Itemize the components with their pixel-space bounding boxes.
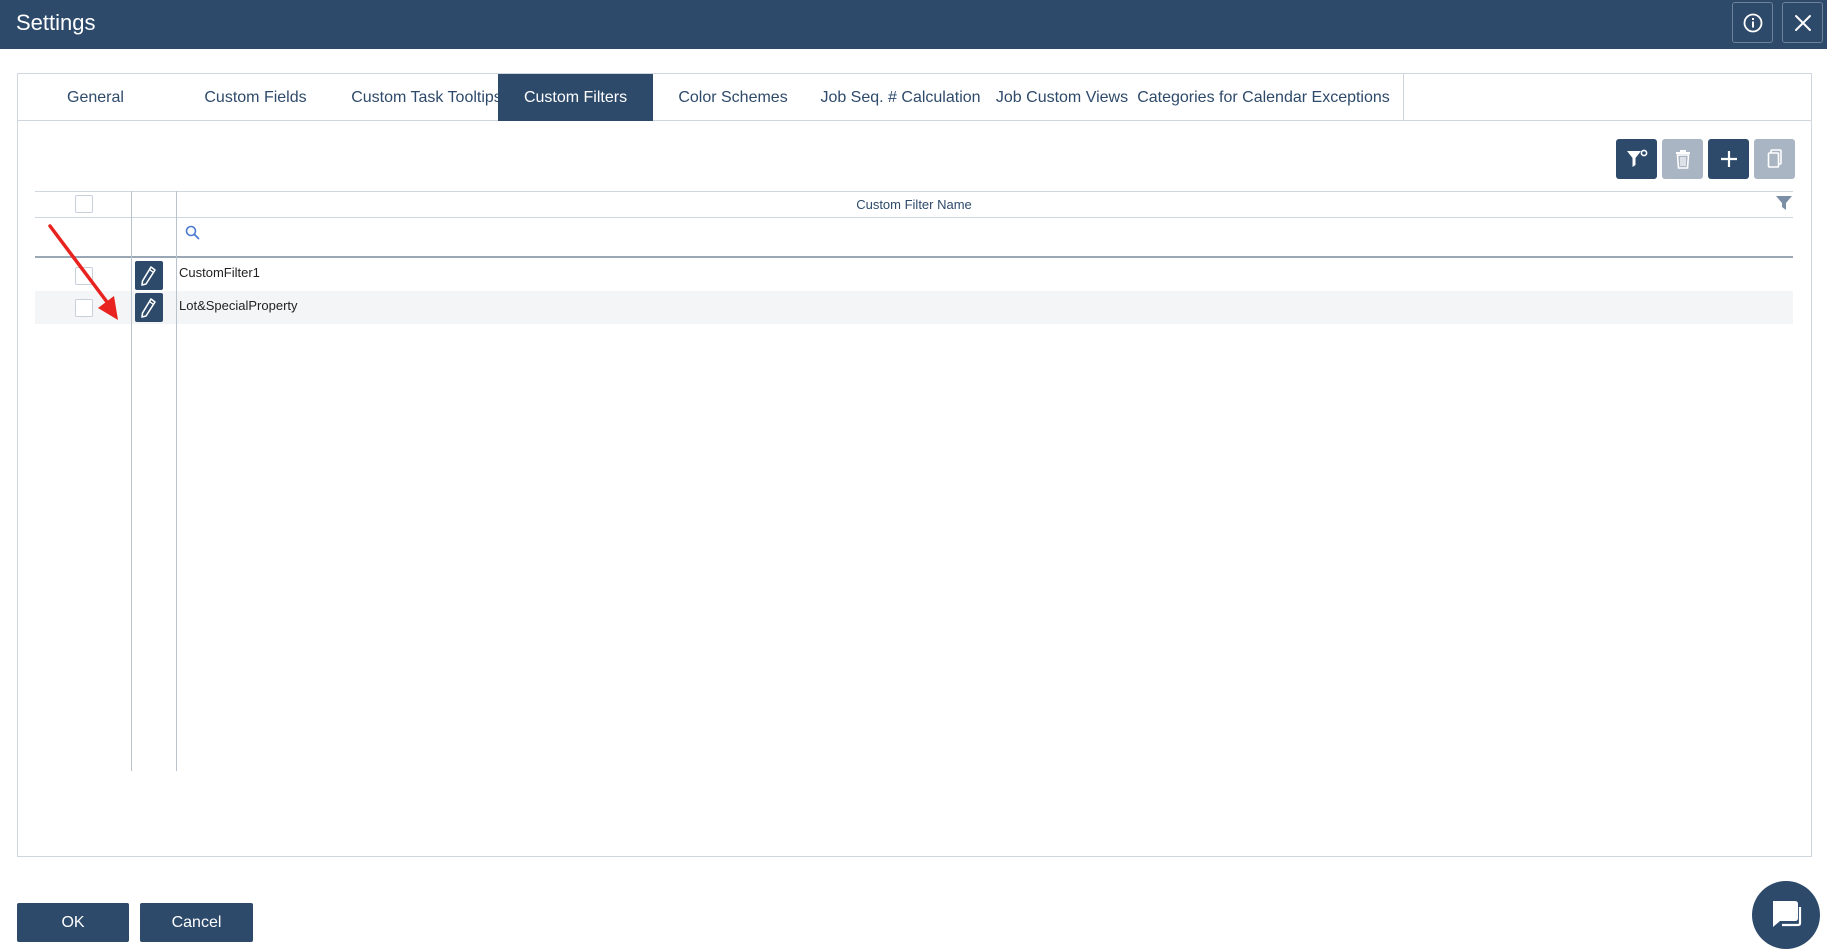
close-icon — [1794, 14, 1811, 31]
settings-panel: General Custom Fields Custom Task Toolti… — [17, 73, 1812, 857]
column-header-custom-filter-name[interactable]: Custom Filter Name — [35, 191, 1793, 217]
filter-settings-icon — [1626, 149, 1647, 167]
cancel-button[interactable]: Cancel — [140, 903, 253, 942]
window-title: Settings — [16, 10, 96, 35]
ok-button[interactable]: OK — [17, 903, 129, 942]
search-icon[interactable] — [185, 225, 200, 240]
tab-general[interactable]: General — [18, 74, 173, 121]
chat-button[interactable] — [1752, 881, 1820, 949]
select-all-checkbox[interactable] — [75, 195, 93, 213]
column-divider — [131, 191, 132, 771]
custom-filters-grid: Custom Filter Name CustomFilter1 Lot&Spe… — [35, 191, 1793, 771]
header-divider — [35, 217, 1793, 218]
edit-button[interactable] — [135, 261, 163, 290]
title-bar: Settings — [0, 0, 1827, 49]
pencil-icon — [141, 265, 156, 286]
tab-custom-filters[interactable]: Custom Filters — [498, 74, 653, 121]
filter-icon[interactable] — [1775, 194, 1793, 212]
tab-custom-task-tooltips[interactable]: Custom Task Tooltips — [338, 74, 515, 121]
trash-icon — [1675, 150, 1690, 169]
tab-color-schemes[interactable]: Color Schemes — [653, 74, 813, 121]
delete-button[interactable] — [1662, 139, 1703, 179]
filter-name-cell: Lot&SpecialProperty — [179, 298, 298, 313]
add-button[interactable] — [1708, 139, 1749, 179]
tab-strip-divider — [1403, 74, 1404, 121]
filter-settings-button[interactable] — [1616, 139, 1657, 179]
tab-job-seq-calculation[interactable]: Job Seq. # Calculation — [813, 74, 988, 121]
column-divider — [176, 191, 177, 771]
copy-button[interactable] — [1754, 139, 1795, 179]
edit-button[interactable] — [135, 293, 163, 322]
pencil-icon — [141, 297, 156, 318]
info-button[interactable] — [1732, 2, 1773, 43]
tab-custom-fields[interactable]: Custom Fields — [173, 74, 338, 121]
tab-job-custom-views[interactable]: Job Custom Views — [988, 74, 1136, 121]
tab-calendar-exception-categories[interactable]: Categories for Calendar Exceptions — [1136, 74, 1391, 121]
plus-icon — [1720, 151, 1737, 167]
table-row[interactable]: Lot&SpecialProperty — [35, 291, 1793, 324]
filter-name-cell: CustomFilter1 — [179, 265, 260, 280]
tab-strip: General Custom Fields Custom Task Toolti… — [18, 74, 1811, 121]
table-row[interactable]: CustomFilter1 — [35, 258, 1793, 291]
red-arrow-icon — [48, 224, 118, 320]
copy-icon — [1767, 149, 1782, 168]
chat-icon — [1773, 901, 1802, 927]
close-button[interactable] — [1782, 2, 1823, 43]
info-icon — [1743, 13, 1762, 32]
